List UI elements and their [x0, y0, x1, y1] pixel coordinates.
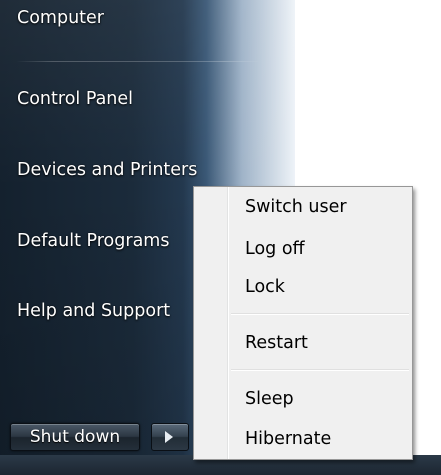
menu-item-devices-and-printers[interactable]: Devices and Printers: [17, 160, 197, 180]
menu-item-computer[interactable]: Computer: [17, 8, 104, 28]
menu-item-help-and-support[interactable]: Help and Support: [17, 301, 170, 321]
menu-separator: [16, 61, 261, 62]
menu-separator: [231, 313, 409, 315]
menu-item-restart[interactable]: Restart: [245, 333, 308, 353]
menu-item-control-panel[interactable]: Control Panel: [17, 89, 133, 109]
menu-item-switch-user[interactable]: Switch user: [245, 197, 347, 217]
menu-item-lock[interactable]: Lock: [245, 277, 285, 297]
shut-down-button[interactable]: Shut down: [10, 423, 140, 451]
shut-down-options-menu: Switch user Log off Lock Restart Sleep H…: [193, 186, 413, 460]
chevron-right-icon: [165, 431, 173, 443]
menu-separator: [231, 369, 409, 371]
shut-down-options-button[interactable]: [151, 423, 189, 451]
menu-item-default-programs[interactable]: Default Programs: [17, 231, 169, 251]
menu-item-log-off[interactable]: Log off: [245, 239, 305, 259]
menu-item-sleep[interactable]: Sleep: [245, 389, 294, 409]
menu-item-hibernate[interactable]: Hibernate: [245, 429, 331, 449]
